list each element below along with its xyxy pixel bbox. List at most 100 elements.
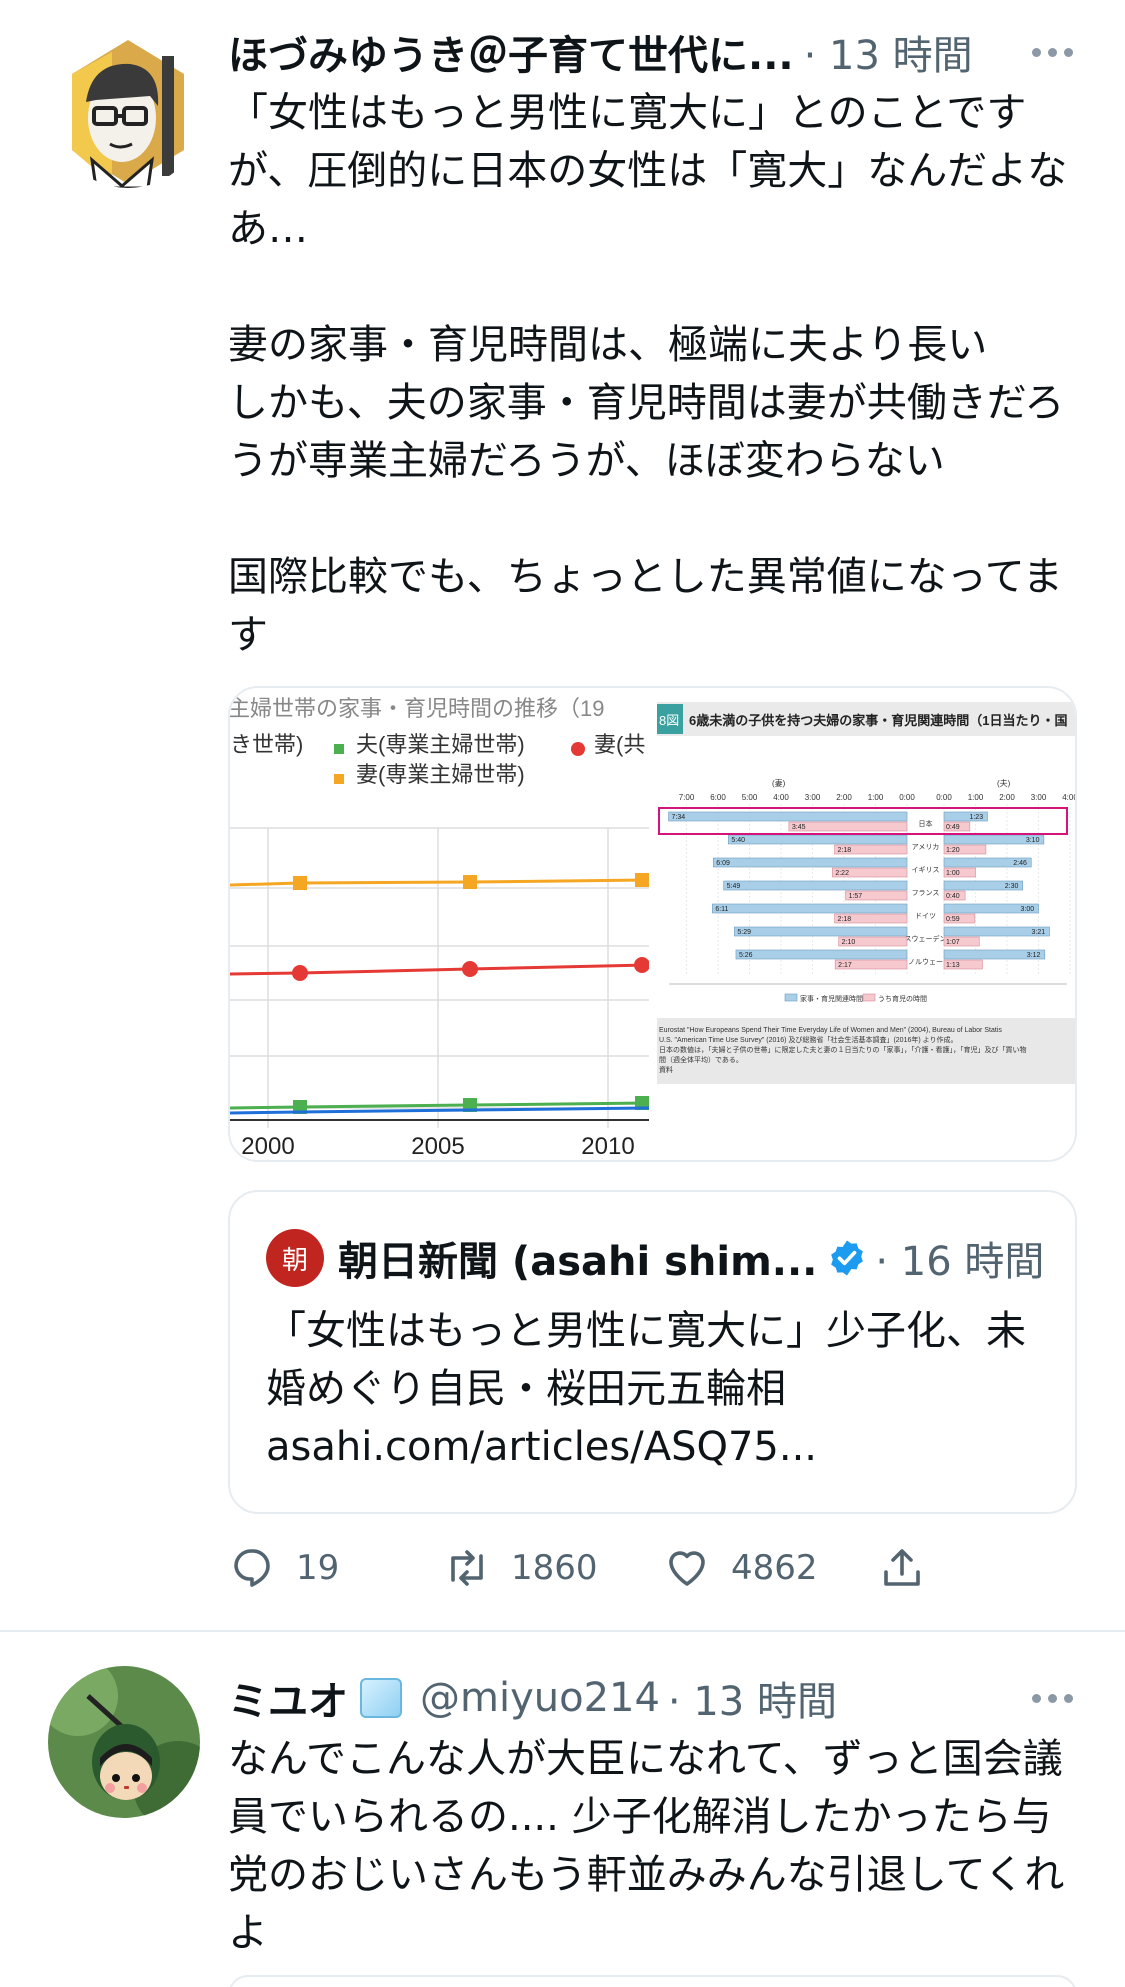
series-line	[230, 878, 649, 887]
user-avatar[interactable]	[52, 36, 204, 188]
x-tick-label: 2010	[581, 1133, 634, 1160]
tweet-2[interactable]: ミユオ @miyuo214 · 13 時間 なんでこんな人が大臣になれて、ずっと…	[0, 1632, 1125, 1987]
bar-wife-total	[712, 903, 908, 914]
bar-label: 2:17	[838, 962, 852, 969]
avatar-illustration	[52, 36, 204, 188]
legend-label: き世帯)	[230, 732, 303, 757]
scale-tick: 4:00	[1062, 793, 1077, 802]
partial-card	[228, 1975, 1077, 1987]
bar-label: 6:11	[715, 906, 728, 913]
bar-label: 0:59	[946, 916, 960, 923]
legend-label: 家事・育児関連時間	[800, 994, 863, 1003]
figure-label: 8図	[659, 713, 679, 728]
quoted-timestamp: · 16 時間	[875, 1239, 1045, 1285]
data-point	[634, 957, 649, 973]
tweet-1[interactable]: ほづみゆうき＠子育て世代に... · 13 時間 「女性はもっと男性に寛大に」と…	[0, 0, 1125, 1630]
reply-button[interactable]: 19	[228, 1540, 339, 1596]
source-note: 間（週全体平均）である。	[659, 1055, 743, 1064]
bar-label: 1:23	[969, 814, 983, 821]
like-button[interactable]: 4862	[663, 1540, 818, 1596]
bar-wife-total	[723, 880, 908, 891]
country-label: ドイツ	[915, 913, 936, 920]
bar-label: 2:18	[838, 916, 852, 923]
bar-label: 1:07	[946, 939, 960, 946]
data-point	[462, 961, 478, 977]
bar-chart: 8図 6歳未満の子供を持つ夫婦の家事・育児関連時間（1日当たり・国 (妻) (夫) 7:…	[657, 702, 1077, 1084]
scale-tick: 6:00	[710, 793, 726, 802]
source-note: 日本の数値は，「夫婦と子供の世帯」に限定した夫と妻の１日当たりの「家事」，「介護…	[659, 1045, 1027, 1054]
bar-label: 6:09	[716, 860, 730, 867]
legend-swatch	[784, 993, 798, 1002]
country-label: ノルウェー	[908, 958, 943, 966]
quoted-tweet[interactable]: 朝 朝日新聞 (asahi shim... · 16 時間 「女性はもっと男性に…	[228, 1190, 1077, 1514]
bar-label: 0:40	[946, 893, 960, 900]
source-note: Eurostat "How Europeans Spend Their Time…	[659, 1027, 1002, 1034]
data-point	[463, 875, 477, 889]
country-label: アメリカ	[912, 843, 940, 851]
chart-title: 主婦世帯の家事・育児時間の推移（19	[230, 696, 604, 721]
bar-label: 5:26	[739, 952, 753, 959]
bar-wife-total	[668, 811, 908, 822]
bar-label: 3:12	[1027, 952, 1041, 959]
user-avatar-2[interactable]	[48, 1666, 200, 1818]
data-point	[293, 876, 307, 890]
bar-label: 5:49	[727, 883, 741, 890]
axis-group-label: (夫)	[997, 778, 1011, 788]
tweet-text: 「女性はもっと男性に寛大に」とのことですが、圧倒的に日本の女性は「寛大」なんだよ…	[228, 90, 1068, 658]
verified-badge-icon	[831, 1240, 864, 1276]
bar-label: 2:18	[838, 847, 852, 854]
data-point	[292, 965, 308, 981]
more-options-icon[interactable]	[1032, 24, 1073, 80]
bar-label: 1:57	[849, 893, 863, 900]
retweet-icon	[451, 1550, 483, 1586]
chart-title: 6歳未満の子供を持つ夫婦の家事・育児関連時間（1日当たり・国	[689, 713, 1067, 728]
bar-label: 3:45	[792, 824, 806, 831]
country-label: フランス	[912, 889, 940, 897]
scale-tick: 3:00	[805, 793, 821, 802]
data-point	[635, 873, 649, 887]
bar-wife-total	[712, 857, 908, 868]
country-label: 日本	[919, 819, 933, 828]
display-name[interactable]: ほづみゆうき＠子育て世代に...	[228, 23, 794, 81]
bar-chart-image[interactable]: 8図 6歳未満の子供を持つ夫婦の家事・育児関連時間（1日当たり・国 (妻) (夫) 7:…	[657, 688, 1077, 1160]
user-handle[interactable]: @miyuo214	[420, 1675, 660, 1721]
timestamp[interactable]: · 13 時間	[804, 23, 973, 81]
scale-tick: 2:00	[999, 793, 1015, 802]
quoted-display-name: 朝日新聞 (asahi shim...	[338, 1239, 818, 1285]
scale-tick: 0:00	[899, 793, 915, 802]
legend-marker	[334, 744, 344, 754]
display-name-2[interactable]: ミユオ	[228, 1669, 348, 1727]
bar-label: 2:46	[1013, 860, 1027, 867]
bar-label: 1:00	[946, 870, 960, 877]
bar-label: 2:30	[1005, 883, 1019, 890]
line-chart: 主婦世帯の家事・育児時間の推移（19 き世帯) 夫(専業主婦世帯) 妻(共妻(専業主婦…	[230, 696, 649, 1160]
legend-marker	[334, 774, 344, 784]
quoted-tweet-header: 朝 朝日新聞 (asahi shim... · 16 時間	[266, 1228, 1044, 1288]
quoted-avatar: 朝	[266, 1229, 324, 1287]
axis-group-label: (妻)	[772, 778, 786, 788]
scale-tick: 0:00	[936, 793, 952, 802]
share-button[interactable]	[878, 1540, 926, 1596]
reply-icon	[234, 1549, 270, 1587]
line-chart-image[interactable]: 主婦世帯の家事・育児時間の推移（19 き世帯) 夫(専業主婦世帯) 妻(共 妻(専業主婦…	[230, 688, 649, 1160]
timestamp-2[interactable]: · 13 時間	[668, 1669, 837, 1727]
retweet-button[interactable]: 1860	[443, 1540, 598, 1596]
bar-label: 3:00	[1021, 906, 1035, 913]
more-options-icon-2[interactable]	[1032, 1670, 1073, 1726]
bar-label: 3:10	[1026, 837, 1040, 844]
scale-tick: 1:00	[868, 793, 884, 802]
bar-label: 2:10	[842, 939, 856, 946]
bar-label: 5:40	[731, 837, 745, 844]
bar-wife-total	[734, 926, 908, 937]
reply-count: 19	[296, 1548, 340, 1588]
legend-label: 妻(共	[594, 732, 645, 757]
scale-tick: 1:00	[968, 793, 984, 802]
tweet-header-2: ミユオ @miyuo214 · 13 時間	[228, 1670, 1073, 1726]
media-gallery[interactable]: 主婦世帯の家事・育児時間の推移（19 き世帯) 夫(専業主婦世帯) 妻(共 妻(専業主婦…	[228, 686, 1077, 1162]
retweet-count: 1860	[511, 1548, 598, 1588]
source-note: 資料	[659, 1065, 673, 1074]
scale-tick: 7:00	[679, 793, 695, 802]
tweet-text-2: なんでこんな人が大臣になれて、ずっと国会議員でいられるの.... 少子化解消した…	[228, 1736, 1065, 1956]
bar-label: 2:22	[835, 870, 849, 877]
share-icon	[884, 1549, 920, 1586]
